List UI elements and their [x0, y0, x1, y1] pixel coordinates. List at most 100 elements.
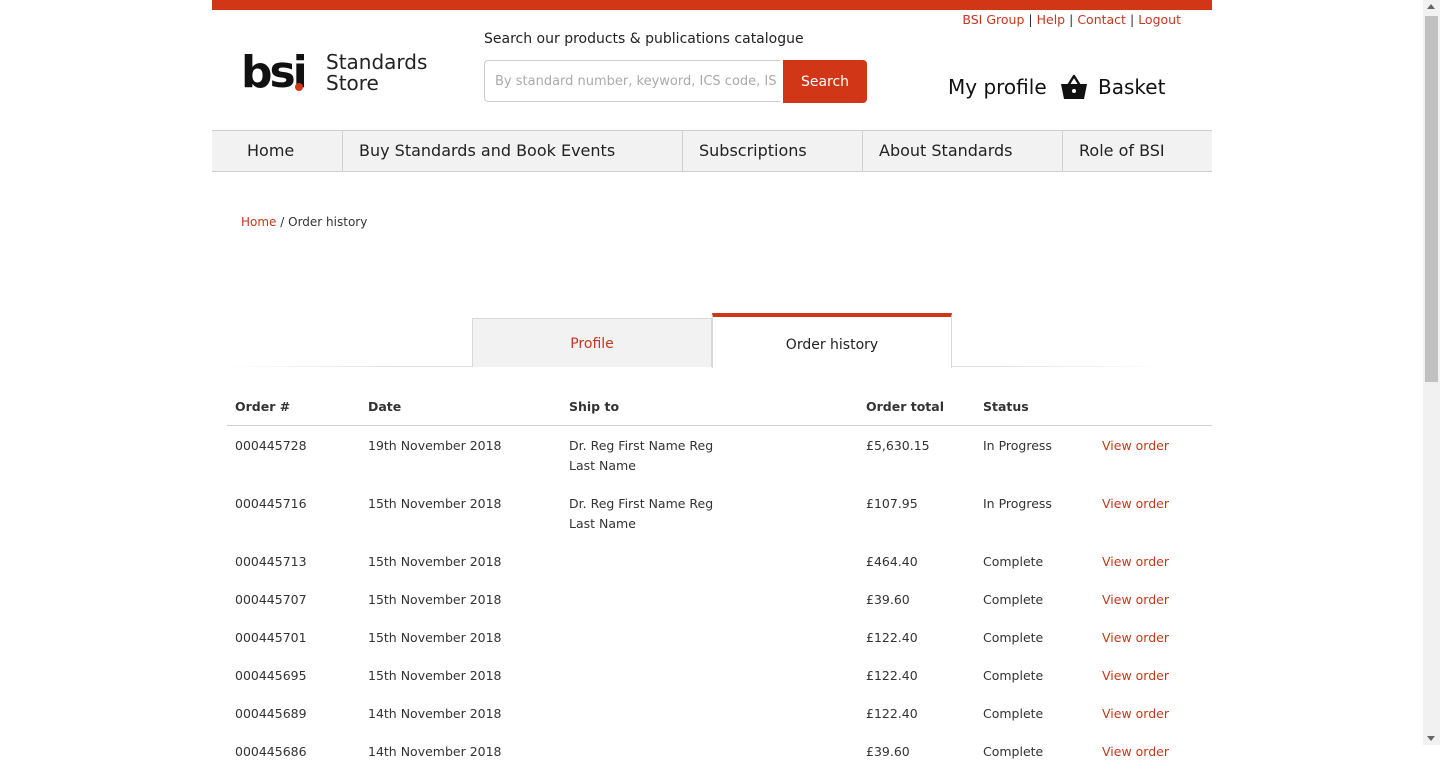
logo-store-line1: Standards [326, 50, 428, 74]
order-status-text: Complete [983, 630, 1044, 645]
view-order-link[interactable]: View order [1102, 592, 1169, 607]
order-total: £107.95 [858, 484, 975, 542]
order-number-text: 000445689 [235, 706, 307, 721]
scroll-down-arrow-icon[interactable] [1427, 736, 1435, 741]
order-number: 000445695 [227, 656, 360, 694]
order-date-text: 15th November 2018 [368, 554, 502, 569]
order-total: £122.40 [858, 656, 975, 694]
tab-order-history[interactable]: Order history [712, 313, 952, 368]
view-order-link[interactable]: View order [1102, 706, 1169, 721]
util-separator: | [1129, 12, 1135, 27]
order-total: £464.40 [858, 542, 975, 580]
order-number: 000445728 [227, 426, 360, 485]
basket-link[interactable]: Basket [1098, 75, 1165, 99]
col-header-action [1094, 392, 1212, 426]
order-total-text: £39.60 [866, 744, 910, 759]
help-link[interactable]: Help [1037, 12, 1066, 27]
breadcrumb-home-link[interactable]: Home [241, 215, 276, 229]
order-total-text: £122.40 [866, 668, 918, 683]
order-history-table: Order # Date Ship to Order total Status … [227, 392, 1212, 770]
order-total-text: £464.40 [866, 554, 918, 569]
tab-profile[interactable]: Profile [472, 318, 712, 367]
nav-item-about-standards[interactable]: About Standards [862, 131, 1062, 171]
scrollbar-thumb[interactable] [1425, 16, 1438, 382]
vertical-scrollbar[interactable] [1423, 0, 1440, 745]
order-total: £39.60 [858, 580, 975, 618]
basket-icon[interactable] [1060, 74, 1088, 100]
order-date-text: 19th November 2018 [368, 438, 502, 453]
order-date-text: 15th November 2018 [368, 592, 502, 607]
col-header-ship-to: Ship to [561, 392, 858, 426]
order-action: View order [1094, 580, 1212, 618]
col-header-date: Date [360, 392, 561, 426]
logo-red-dot [295, 83, 303, 91]
order-number: 000445713 [227, 542, 360, 580]
view-order-link[interactable]: View order [1102, 668, 1169, 683]
order-ship-to-text: Dr. Reg First Name Reg Last Name [569, 496, 714, 531]
order-action: View order [1094, 542, 1212, 580]
order-number-text: 000445713 [235, 554, 307, 569]
nav-item-buy-standards[interactable]: Buy Standards and Book Events [342, 131, 682, 171]
order-number-text: 000445695 [235, 668, 307, 683]
logo-store-text: Standards Store [326, 52, 427, 94]
order-status: In Progress [975, 426, 1094, 485]
order-number-text: 000445701 [235, 630, 307, 645]
order-ship-to: Dr. Reg First Name Reg Last Name [561, 484, 858, 542]
view-order-link[interactable]: View order [1102, 438, 1169, 453]
contact-link[interactable]: Contact [1077, 12, 1126, 27]
order-action: View order [1094, 618, 1212, 656]
order-date-text: 15th November 2018 [368, 496, 502, 511]
order-date-text: 15th November 2018 [368, 668, 502, 683]
order-number: 000445689 [227, 694, 360, 732]
breadcrumb: Home / Order history [241, 215, 367, 229]
order-ship-to-text: Dr. Reg First Name Reg Last Name [569, 438, 714, 473]
order-action: View order [1094, 484, 1212, 542]
scroll-up-arrow-icon[interactable] [1427, 4, 1435, 9]
order-ship-to [561, 732, 858, 770]
order-status: Complete [975, 542, 1094, 580]
nav-item-home[interactable]: Home [212, 131, 342, 171]
my-profile-link[interactable]: My profile [948, 75, 1047, 99]
order-date: 15th November 2018 [360, 656, 561, 694]
order-date: 15th November 2018 [360, 618, 561, 656]
order-total: £122.40 [858, 694, 975, 732]
order-ship-to [561, 656, 858, 694]
order-ship-to: Dr. Reg First Name Reg Last Name [561, 426, 858, 485]
order-total: £122.40 [858, 618, 975, 656]
logo-store-line2: Store [326, 71, 379, 95]
view-order-link[interactable]: View order [1102, 496, 1169, 511]
bsi-standards-store-logo[interactable]: bsi Standards Store [241, 50, 431, 98]
view-order-link[interactable]: View order [1102, 744, 1169, 759]
view-order-link[interactable]: View order [1102, 554, 1169, 569]
utility-links: BSI Group | Help | Contact | Logout [962, 12, 1181, 27]
order-status-text: Complete [983, 706, 1044, 721]
order-number-text: 000445686 [235, 744, 307, 759]
logout-link[interactable]: Logout [1138, 12, 1181, 27]
order-number: 000445701 [227, 618, 360, 656]
table-row: 000445713 15th November 2018 £464.40 Comple… [227, 542, 1212, 580]
bsi-group-link[interactable]: BSI Group [962, 12, 1024, 27]
order-total: £5,630.15 [858, 426, 975, 485]
nav-item-role-of-bsi[interactable]: Role of BSI [1062, 131, 1212, 171]
order-date: 14th November 2018 [360, 732, 561, 770]
search-input-wrapper [484, 60, 780, 102]
order-total-text: £122.40 [866, 630, 918, 645]
search-input[interactable] [485, 61, 777, 101]
order-total-text: £5,630.15 [866, 438, 930, 453]
search-button[interactable]: Search [783, 60, 867, 103]
breadcrumb-current: Order history [288, 215, 368, 229]
order-status: Complete [975, 694, 1094, 732]
order-action: View order [1094, 656, 1212, 694]
order-number-text: 000445716 [235, 496, 307, 511]
view-order-link[interactable]: View order [1102, 630, 1169, 645]
table-row: 000445695 15th November 2018 £122.40 Comple… [227, 656, 1212, 694]
breadcrumb-separator: / [280, 215, 285, 229]
col-header-status: Status [975, 392, 1094, 426]
col-header-order-total: Order total [858, 392, 975, 426]
order-status-text: In Progress [983, 438, 1052, 453]
nav-item-subscriptions[interactable]: Subscriptions [682, 131, 862, 171]
order-date-text: 14th November 2018 [368, 706, 502, 721]
order-action: View order [1094, 732, 1212, 770]
order-status: Complete [975, 732, 1094, 770]
order-ship-to [561, 694, 858, 732]
